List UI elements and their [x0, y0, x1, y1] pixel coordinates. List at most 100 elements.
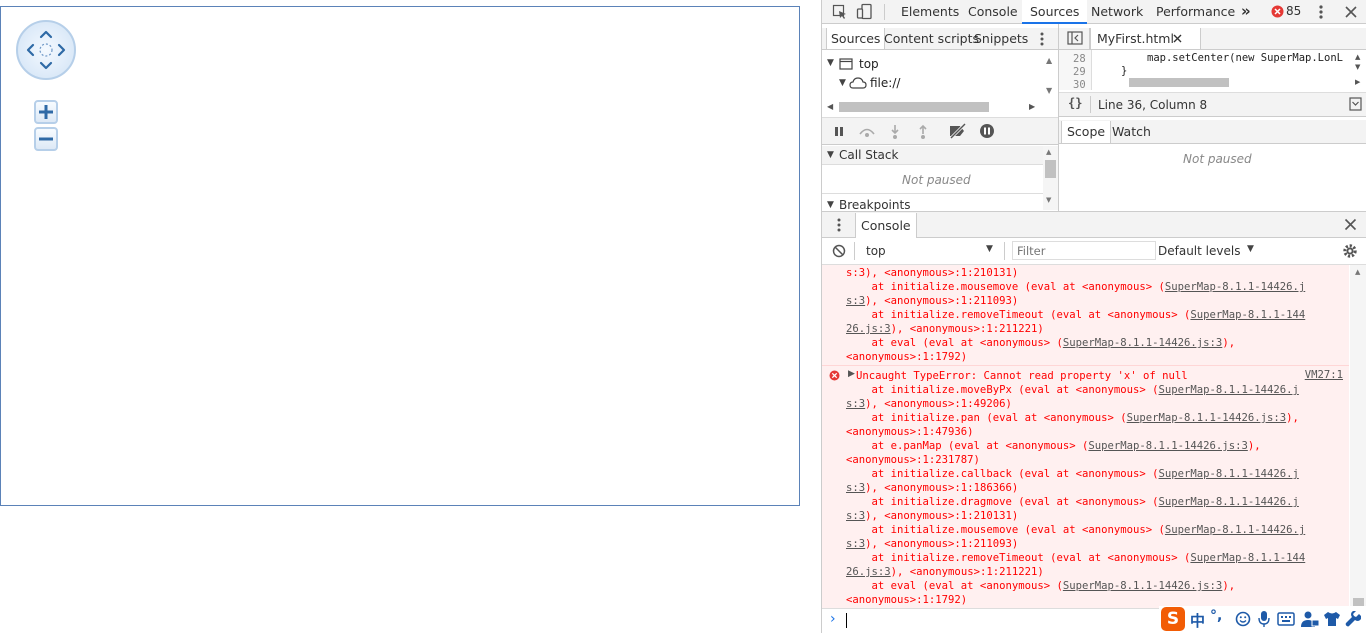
- drawer-menu-icon[interactable]: [836, 217, 842, 233]
- skin-shirt-icon[interactable]: [1323, 611, 1341, 627]
- code-editor[interactable]: 28 29 30 map.setCenter(new SuperMap.LonL…: [1059, 50, 1366, 90]
- device-toolbar-icon[interactable]: [856, 3, 874, 21]
- source-link[interactable]: s:3: [846, 295, 865, 307]
- pretty-print-icon[interactable]: {}: [1068, 96, 1082, 110]
- source-link[interactable]: s:3: [846, 510, 865, 522]
- ime-punctuation-toggle[interactable]: °,: [1210, 608, 1222, 624]
- step-out-icon[interactable]: [918, 124, 928, 140]
- chevron-down-icon[interactable]: ▼: [986, 244, 993, 254]
- more-tabs-button[interactable]: »: [1241, 0, 1251, 23]
- source-link[interactable]: SuperMap-8.1.1-144: [1190, 552, 1305, 564]
- source-link[interactable]: SuperMap-8.1.1-144: [1190, 309, 1305, 321]
- scroll-left-icon[interactable]: ◀: [827, 102, 833, 111]
- source-link[interactable]: SuperMap-8.1.1-14426.j: [1165, 281, 1305, 293]
- source-link[interactable]: s:3: [846, 482, 865, 494]
- menu-kebab-icon[interactable]: [1318, 4, 1324, 20]
- step-into-icon[interactable]: [890, 124, 900, 140]
- expand-arrow-icon[interactable]: ▼: [839, 78, 846, 88]
- error-source-link[interactable]: VM27:1: [1305, 369, 1343, 381]
- deactivate-breakpoints-icon[interactable]: [948, 123, 968, 139]
- close-tab-icon[interactable]: [1173, 34, 1182, 43]
- expand-arrow-icon[interactable]: ▶: [848, 369, 855, 379]
- error-count[interactable]: 85: [1286, 0, 1301, 23]
- source-link[interactable]: SuperMap-8.1.1-14426.j: [1159, 468, 1299, 480]
- scroll-up-icon[interactable]: ▲: [1046, 56, 1052, 65]
- pause-on-exceptions-icon[interactable]: [979, 123, 995, 139]
- close-devtools-icon[interactable]: [1344, 5, 1358, 19]
- console-scrollbar[interactable]: ▲: [1350, 265, 1366, 608]
- trace-text: ), <anonymous>:1:211221): [890, 566, 1044, 578]
- text-cursor: [846, 613, 847, 628]
- zoom-out-button[interactable]: [34, 127, 58, 151]
- stack-trace-line: at initialize.moveByPx (eval at <anonymo…: [846, 383, 1299, 397]
- inspect-element-icon[interactable]: [832, 4, 848, 20]
- line-number: 30: [1073, 79, 1086, 90]
- close-drawer-icon[interactable]: [1344, 218, 1357, 231]
- source-link[interactable]: SuperMap-8.1.1-14426.j: [1159, 496, 1299, 508]
- step-over-icon[interactable]: [858, 124, 876, 138]
- horizontal-scrollbar[interactable]: [839, 102, 989, 112]
- user-account-icon[interactable]: [1300, 610, 1320, 628]
- source-link[interactable]: SuperMap-8.1.1-14426.js:3: [1063, 580, 1222, 592]
- toggle-navigator-icon[interactable]: [1067, 31, 1083, 45]
- drawer-tab-console[interactable]: Console: [855, 213, 917, 238]
- emoji-icon[interactable]: [1235, 611, 1251, 627]
- trace-text: <anonymous>:1:47936): [846, 426, 974, 438]
- microphone-icon[interactable]: [1257, 610, 1271, 628]
- source-link[interactable]: s:3: [846, 398, 865, 410]
- trace-text: <anonymous>:1:231787): [846, 454, 980, 466]
- tab-watch[interactable]: Watch: [1112, 121, 1151, 143]
- horizontal-scrollbar[interactable]: [1129, 78, 1229, 87]
- scroll-down-icon[interactable]: ▼: [1355, 63, 1360, 71]
- file-tab-myfirst[interactable]: MyFirst.html: [1090, 28, 1201, 49]
- error-icon[interactable]: [1271, 5, 1284, 18]
- keyboard-icon[interactable]: [1277, 612, 1295, 626]
- tab-network[interactable]: Network: [1091, 0, 1143, 23]
- source-link[interactable]: SuperMap-8.1.1-14426.j: [1165, 524, 1305, 536]
- navigator-tab-snippets[interactable]: Snippets: [974, 28, 1028, 49]
- navigator-tab-content-scripts[interactable]: Content scripts: [884, 28, 979, 49]
- tree-item-file[interactable]: file://: [870, 76, 900, 90]
- scroll-down-icon[interactable]: ▼: [1046, 86, 1052, 95]
- expand-arrow-icon[interactable]: ▼: [827, 58, 834, 68]
- map-viewport[interactable]: [0, 6, 800, 506]
- tree-item-top[interactable]: top: [859, 57, 879, 71]
- pan-control[interactable]: [16, 20, 76, 80]
- log-levels-dropdown[interactable]: Default levels: [1158, 244, 1240, 258]
- zoom-in-button[interactable]: [34, 100, 58, 124]
- ime-language-toggle[interactable]: 中: [1190, 610, 1205, 631]
- tab-console[interactable]: Console: [968, 0, 1018, 23]
- call-stack-header[interactable]: ▼ Call Stack: [822, 146, 1058, 165]
- chevron-down-icon[interactable]: ▼: [1247, 244, 1254, 254]
- source-link[interactable]: 26.js:3: [846, 566, 891, 578]
- source-link[interactable]: SuperMap-8.1.1-14426.j: [1159, 384, 1299, 396]
- source-link[interactable]: SuperMap-8.1.1-14426.js:3: [1127, 412, 1286, 424]
- context-selector[interactable]: top: [866, 244, 886, 258]
- stack-trace-line: <anonymous>:1:47936): [846, 425, 974, 439]
- wrench-icon[interactable]: [1345, 611, 1361, 627]
- clear-console-icon[interactable]: [832, 244, 846, 258]
- source-link[interactable]: 26.js:3: [846, 323, 891, 335]
- scroll-up-icon[interactable]: ▲: [1355, 268, 1360, 276]
- scroll-right-icon[interactable]: ▶: [1029, 102, 1035, 111]
- tab-sources[interactable]: Sources: [1022, 0, 1088, 24]
- debugger-scrollbar[interactable]: ▲ ▼: [1043, 146, 1058, 210]
- pause-icon[interactable]: [834, 126, 844, 137]
- source-link[interactable]: s:3: [846, 538, 865, 550]
- tab-performance[interactable]: Performance: [1156, 0, 1235, 23]
- stack-trace-line: s:3), <anonymous>:1:210131): [846, 266, 1018, 280]
- scroll-up-icon[interactable]: ▲: [1355, 53, 1360, 61]
- console-settings-icon[interactable]: [1342, 243, 1358, 259]
- source-link[interactable]: SuperMap-8.1.1-14426.js:3: [1088, 440, 1247, 452]
- console-filter-input[interactable]: [1012, 241, 1156, 260]
- call-stack-status: Not paused: [902, 173, 971, 187]
- navigator-menu-icon[interactable]: [1039, 31, 1045, 47]
- tab-elements[interactable]: Elements: [901, 0, 959, 23]
- navigator-tab-sources[interactable]: Sources: [826, 28, 886, 49]
- toggle-debugger-icon[interactable]: [1349, 97, 1362, 111]
- tab-scope[interactable]: Scope: [1061, 121, 1112, 143]
- source-link[interactable]: SuperMap-8.1.1-14426.js:3: [1063, 337, 1222, 349]
- console-log[interactable]: s:3), <anonymous>:1:210131) at initializ…: [822, 265, 1349, 608]
- sogou-logo-icon[interactable]: S: [1161, 607, 1185, 631]
- scroll-right-icon[interactable]: ▶: [1355, 78, 1360, 86]
